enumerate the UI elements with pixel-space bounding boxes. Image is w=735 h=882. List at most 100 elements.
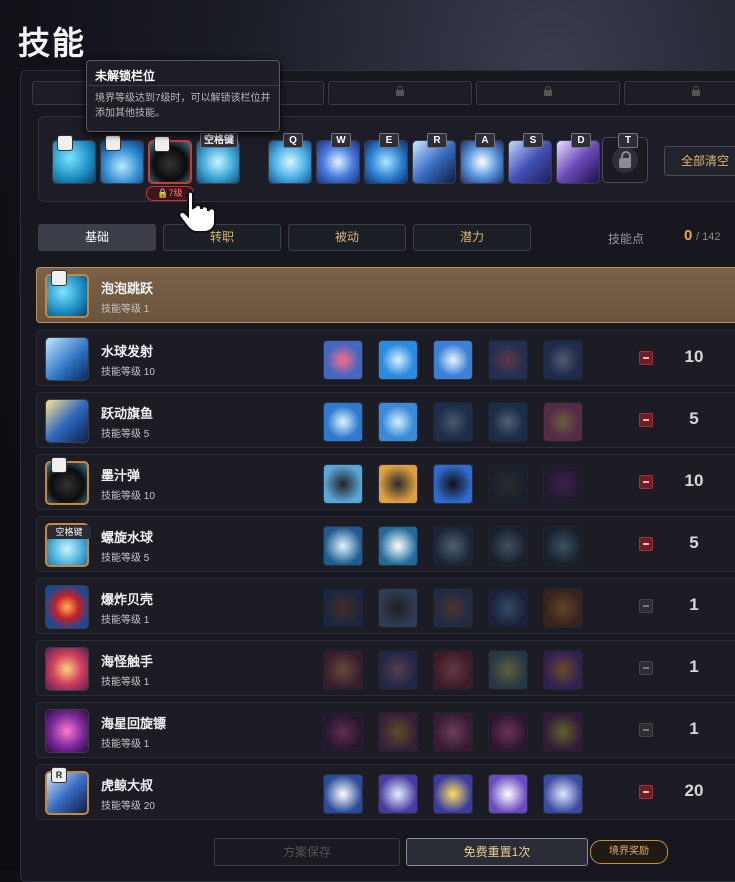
enhance-icon-2[interactable] bbox=[378, 712, 418, 752]
quickslot-bubble-jump[interactable] bbox=[52, 135, 96, 184]
enhance-icon-1[interactable] bbox=[323, 712, 363, 752]
enhance-icon-2[interactable] bbox=[378, 464, 418, 504]
skill-level: 技能等级 1 bbox=[101, 615, 150, 626]
enhance-icon-1[interactable] bbox=[323, 650, 363, 690]
enhance-icon-1[interactable] bbox=[323, 588, 363, 628]
key-label-w: W bbox=[331, 133, 351, 148]
skill-row-ink-bomb[interactable]: 墨汁弹 技能等级 10 10 bbox=[36, 454, 735, 510]
enhance-icon-4[interactable] bbox=[488, 774, 528, 814]
free-reset-button[interactable]: 免费重置1次 bbox=[406, 838, 588, 866]
decrease-button[interactable] bbox=[639, 537, 653, 551]
key-label-s: S bbox=[523, 133, 543, 148]
skill-points-current: 0 bbox=[684, 227, 693, 244]
skill-icon bbox=[45, 647, 89, 691]
skill-row-exploding-shell[interactable]: 爆炸贝壳 技能等级 1 1 bbox=[36, 578, 735, 634]
skill-name: 海星回旋镖 bbox=[101, 716, 167, 731]
enhance-icon-1[interactable] bbox=[323, 774, 363, 814]
save-preset-button[interactable]: 方案保存 bbox=[214, 838, 400, 866]
enhance-icon-4[interactable] bbox=[488, 464, 528, 504]
loadout-tab-locked-2[interactable] bbox=[328, 81, 472, 105]
enhance-icon-4[interactable] bbox=[488, 340, 528, 380]
key-label-r: R bbox=[427, 133, 447, 148]
enhance-icon-3[interactable] bbox=[433, 774, 473, 814]
page-title: 技能 bbox=[18, 25, 87, 61]
decrease-button[interactable] bbox=[639, 599, 653, 613]
skill-points: 1 bbox=[689, 595, 699, 614]
enhance-icon-5[interactable] bbox=[543, 464, 583, 504]
enhance-icon-3[interactable] bbox=[433, 588, 473, 628]
skill-points: 1 bbox=[689, 657, 699, 676]
skill-row-spiral-bubble[interactable]: 空格键 螺旋水球 技能等级 5 5 bbox=[36, 516, 735, 572]
enhance-icon-3[interactable] bbox=[433, 650, 473, 690]
tooltip-body: 境界等级达到7级时，可以解锁该栏位并添加其他技能。 bbox=[95, 93, 271, 119]
skill-icon bbox=[45, 585, 89, 629]
skill-icon bbox=[45, 709, 89, 753]
skill-icon bbox=[45, 399, 89, 443]
enhance-icon-2[interactable] bbox=[378, 650, 418, 690]
skill-row-orca-uncle[interactable]: R 虎鲸大叔 技能等级 20 20 bbox=[36, 764, 735, 820]
key-label-d: D bbox=[571, 133, 591, 148]
enhance-icon-3[interactable] bbox=[433, 526, 473, 566]
enhance-icon-5[interactable] bbox=[543, 402, 583, 442]
key-label-e: E bbox=[379, 133, 399, 148]
enhance-icon-4[interactable] bbox=[488, 712, 528, 752]
enhance-icon-4[interactable] bbox=[488, 650, 528, 690]
decrease-button[interactable] bbox=[639, 661, 653, 675]
skill-row-water-ball[interactable]: 水球发射 技能等级 10 10 bbox=[36, 330, 735, 386]
tab-basic[interactable]: 基础 bbox=[38, 224, 156, 251]
skill-row-leaping-marlin[interactable]: 跃动旗鱼 技能等级 5 5 bbox=[36, 392, 735, 448]
enhance-icon-4[interactable] bbox=[488, 588, 528, 628]
enhance-icon-1[interactable] bbox=[323, 402, 363, 442]
skill-name: 泡泡跳跃 bbox=[101, 281, 154, 296]
enhance-icon-2[interactable] bbox=[378, 526, 418, 566]
enhance-icon-3[interactable] bbox=[433, 340, 473, 380]
skill-row-sea-monster-tentacle[interactable]: 海怪触手 技能等级 1 1 bbox=[36, 640, 735, 696]
enhance-icon-5[interactable] bbox=[543, 588, 583, 628]
enhance-icon-1[interactable] bbox=[323, 526, 363, 566]
skill-points: 20 bbox=[684, 781, 704, 800]
tab-potential[interactable]: 潜力 bbox=[413, 224, 531, 251]
enhance-icon-1[interactable] bbox=[323, 340, 363, 380]
enhance-icon-2[interactable] bbox=[378, 402, 418, 442]
skill-points: 1 bbox=[689, 719, 699, 738]
enhance-icon-5[interactable] bbox=[543, 712, 583, 752]
lock-body bbox=[619, 158, 631, 168]
skill-row-starfish-boomerang[interactable]: 海星回旋镖 技能等级 1 1 bbox=[36, 702, 735, 758]
decrease-button[interactable] bbox=[639, 413, 653, 427]
decrease-button[interactable] bbox=[639, 723, 653, 737]
loadout-tab-locked-3[interactable] bbox=[476, 81, 620, 105]
loadout-tab-locked-4[interactable] bbox=[624, 81, 735, 105]
enhance-icon-3[interactable] bbox=[433, 712, 473, 752]
skill-points: 10 bbox=[684, 471, 704, 490]
enhance-icon-3[interactable] bbox=[433, 402, 473, 442]
enhance-icon-4[interactable] bbox=[488, 402, 528, 442]
enhance-icon-5[interactable] bbox=[543, 650, 583, 690]
decrease-button[interactable] bbox=[639, 351, 653, 365]
quickslot-ink-bomb[interactable] bbox=[148, 136, 192, 184]
skill-row-bubble-jump[interactable]: 泡泡跳跃 技能等级 1 bbox=[36, 267, 735, 323]
enhance-icon-5[interactable] bbox=[543, 526, 583, 566]
quickslot-water-splash[interactable] bbox=[100, 135, 144, 184]
slot-badge-icon bbox=[57, 135, 73, 151]
skill-name: 墨汁弹 bbox=[101, 468, 141, 483]
lock-icon bbox=[692, 86, 700, 96]
skill-points-total: / 142 bbox=[696, 231, 721, 243]
realm-reward-button[interactable]: 境界奖励 bbox=[590, 840, 668, 864]
enhance-icon-5[interactable] bbox=[543, 340, 583, 380]
enhance-icon-2[interactable] bbox=[378, 588, 418, 628]
enhance-icon-5[interactable] bbox=[543, 774, 583, 814]
tab-passive[interactable]: 被动 bbox=[288, 224, 406, 251]
enhance-icon-1[interactable] bbox=[323, 464, 363, 504]
clear-all-button[interactable]: 全部清空 bbox=[664, 146, 735, 176]
decrease-button[interactable] bbox=[639, 785, 653, 799]
skill-level: 技能等级 10 bbox=[101, 491, 155, 502]
slot-badge-icon bbox=[105, 135, 121, 151]
key-label-space: 空格键 bbox=[47, 525, 91, 539]
slot-badge-icon bbox=[51, 270, 67, 286]
enhance-icon-2[interactable] bbox=[378, 774, 418, 814]
enhance-icon-4[interactable] bbox=[488, 526, 528, 566]
enhance-icon-3[interactable] bbox=[433, 464, 473, 504]
skill-points-label: 技能点 bbox=[608, 232, 645, 246]
enhance-icon-2[interactable] bbox=[378, 340, 418, 380]
decrease-button[interactable] bbox=[639, 475, 653, 489]
